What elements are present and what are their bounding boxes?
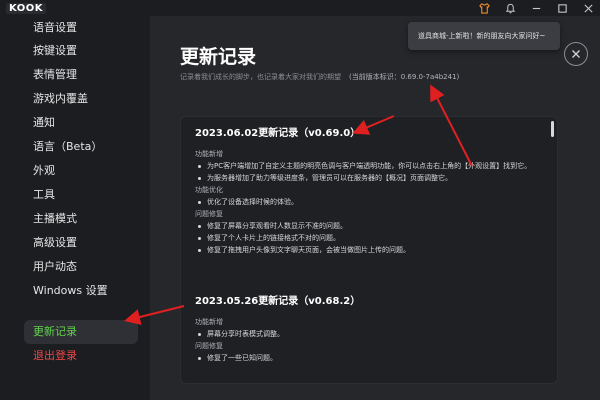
section-heading: 功能新增 xyxy=(195,318,223,326)
notification-toast[interactable]: 道具商城-上新啦！新的朋友向大家问好~ xyxy=(408,22,560,50)
sidebar-item-language[interactable]: 语言（Beta） xyxy=(24,135,138,159)
entry-title: 2023.05.26更新记录（v0.68.2） xyxy=(195,296,361,307)
close-settings-button[interactable] xyxy=(564,42,588,66)
settings-sidebar: 语音设置 按键设置 表情管理 游戏内覆盖 通知 语言（Beta） 外观 工具 主… xyxy=(0,16,150,400)
sidebar-item-windows-settings[interactable]: Windows 设置 xyxy=(24,279,138,303)
list-item: 为服务器增加了助力等级进度条，管理员可以在服务器的【概况】页面调整它。 xyxy=(195,172,545,184)
section-heading: 问题修复 xyxy=(195,342,223,350)
sidebar-item-logout[interactable]: 退出登录 xyxy=(24,344,138,368)
sidebar-item-advanced[interactable]: 高级设置 xyxy=(24,231,138,255)
maximize-icon[interactable] xyxy=(556,2,568,14)
sidebar-item-streamer-mode[interactable]: 主播模式 xyxy=(24,207,138,231)
list-item: 优化了设备选择时候的体验。 xyxy=(195,196,545,208)
list-item: 为PC客户端增加了自定义主题的明亮色调与客户端透明功能，你可以点击右上角的【外观… xyxy=(195,160,545,172)
section-heading: 功能新增 xyxy=(195,150,223,158)
list-item: 屏幕分享时表模式调整。 xyxy=(195,328,545,340)
changelog-entry: 2023.06.02更新记录（v0.69.0） 功能新增 为PC客户端增加了自定… xyxy=(195,127,545,256)
entry-title: 2023.06.02更新记录（v0.69.0） xyxy=(195,128,361,139)
sidebar-item-notifications[interactable]: 通知 xyxy=(24,111,138,135)
sidebar-item-tools[interactable]: 工具 xyxy=(24,183,138,207)
bell-icon[interactable] xyxy=(504,2,516,14)
sidebar-item-changelog[interactable]: 更新记录 xyxy=(24,320,138,344)
main-panel: 更新记录 记录着我们成长的脚步，也记录着大家对我们的期望 (当前版本标识：0.69… xyxy=(150,16,600,400)
changelog-card: 2023.06.02更新记录（v0.69.0） 功能新增 为PC客户端增加了自定… xyxy=(180,116,558,384)
section-heading: 问题修复 xyxy=(195,210,223,218)
shirt-icon[interactable] xyxy=(478,2,490,14)
sidebar-item-overlay[interactable]: 游戏内覆盖 xyxy=(24,87,138,111)
sidebar-item-user-activity[interactable]: 用户动态 xyxy=(24,255,138,279)
subtitle-text: 记录着我们成长的脚步，也记录着大家对我们的期望 xyxy=(180,73,341,81)
minimize-icon[interactable] xyxy=(530,2,542,14)
sidebar-item-voice[interactable]: 语音设置 xyxy=(24,16,138,40)
list-item: 修复了个人卡片上的链接格式不对的问题。 xyxy=(195,232,545,244)
list-item: 修复了拖拽用户头像到文字聊天页面，会被当做图片上传的问题。 xyxy=(195,244,545,256)
kook-logo: KOOK xyxy=(6,3,47,14)
close-icon xyxy=(572,50,580,58)
sidebar-item-appearance[interactable]: 外观 xyxy=(24,159,138,183)
close-icon[interactable] xyxy=(582,2,594,14)
section-heading: 功能优化 xyxy=(195,186,223,194)
list-item: 修复了一些已知问题。 xyxy=(195,352,545,364)
version-label: (当前版本标识：0.69.0-7a4b241) xyxy=(349,73,460,81)
list-item: 修复了屏幕分享观看时人数显示不准的问题。 xyxy=(195,220,545,232)
sidebar-item-keybinds[interactable]: 按键设置 xyxy=(24,39,138,63)
title-bar: KOOK xyxy=(0,0,600,16)
page-subtitle: 记录着我们成长的脚步，也记录着大家对我们的期望 (当前版本标识：0.69.0-7a… xyxy=(180,72,459,82)
scrollbar[interactable] xyxy=(551,121,554,137)
sidebar-item-emoji[interactable]: 表情管理 xyxy=(24,63,138,87)
page-title: 更新记录 xyxy=(180,46,257,68)
window-controls xyxy=(478,2,594,14)
changelog-entry: 2023.05.26更新记录（v0.68.2） 功能新增 屏幕分享时表模式调整。… xyxy=(195,295,545,364)
